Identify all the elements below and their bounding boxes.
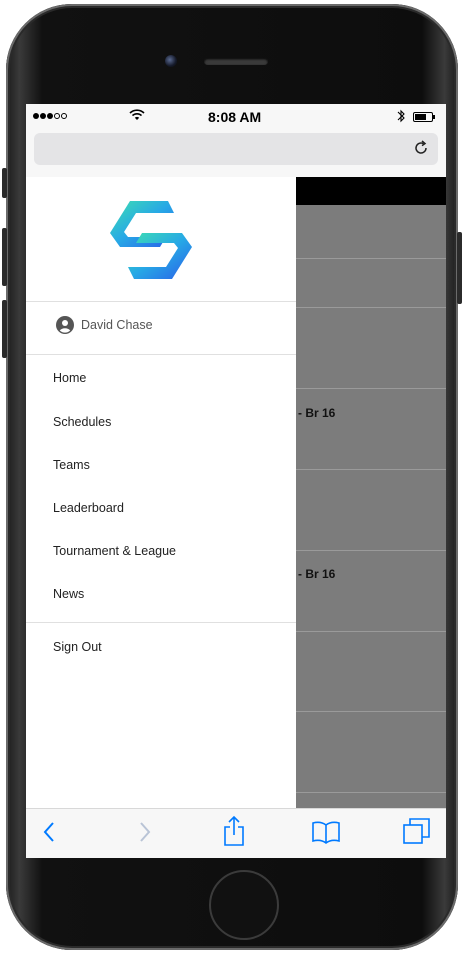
mute-switch [2,168,7,198]
volume-down-button [2,300,7,358]
background-row [296,388,446,389]
bookmarks-icon[interactable] [311,819,341,845]
menu-item-label: Leaderboard [53,501,124,515]
signal-strength-icon [33,113,67,119]
volume-up-button [2,228,7,286]
user-circle-icon [56,316,74,334]
power-button [457,232,462,304]
menu-item-leaderboard[interactable]: Leaderboard [26,490,296,530]
back-icon[interactable] [40,819,60,845]
navigation-drawer: David Chase Home Schedules Teams Leaderb… [26,177,296,808]
user-name: David Chase [81,318,153,332]
menu-item-news[interactable]: News [26,576,296,616]
background-row [296,792,446,793]
background-row [296,258,446,259]
user-profile-row[interactable]: David Chase [26,301,296,355]
menu-item-schedules[interactable]: Schedules [26,404,296,444]
status-bar: 8:08 AM [26,104,446,130]
menu-item-label: Schedules [53,415,112,429]
background-row-text: - Br 16 [298,406,336,420]
battery-tip [433,115,435,119]
earpiece-speaker [204,58,268,65]
menu-item-teams[interactable]: Teams [26,447,296,487]
background-row [296,307,446,308]
forward-icon[interactable] [134,819,154,845]
menu-item-home[interactable]: Home [26,360,296,400]
background-row [296,711,446,712]
menu-item-label: Home [53,371,87,385]
sign-out-label: Sign Out [53,640,102,654]
battery-icon [413,112,433,122]
background-row [296,631,446,632]
browser-toolbar [26,808,446,858]
share-icon[interactable] [222,815,246,847]
hexagon-s-logo-icon [110,201,192,279]
background-page-overlay[interactable]: - Br 16 - Br 16 [296,177,446,808]
background-header-bar [296,177,446,205]
home-button[interactable] [209,870,279,940]
menu-item-tournament-league[interactable]: Tournament & League [26,533,296,573]
background-row-text: - Br 16 [298,567,336,581]
background-row [296,550,446,551]
status-time: 8:08 AM [208,109,262,125]
wifi-icon [129,109,145,120]
bluetooth-icon [397,109,405,123]
menu-item-label: News [53,587,85,601]
menu-divider [26,622,296,623]
menu-item-label: Tournament & League [53,544,177,558]
background-row [296,469,446,470]
menu-item-sign-out[interactable]: Sign Out [26,629,296,669]
front-camera [165,55,177,67]
reload-icon[interactable] [412,139,430,157]
tabs-icon[interactable] [402,816,432,846]
url-bar[interactable] [34,133,438,165]
screen: 8:08 AM - Br 16 - Br 16 David Chase Home… [26,104,446,858]
menu-item-label: Teams [53,458,90,472]
